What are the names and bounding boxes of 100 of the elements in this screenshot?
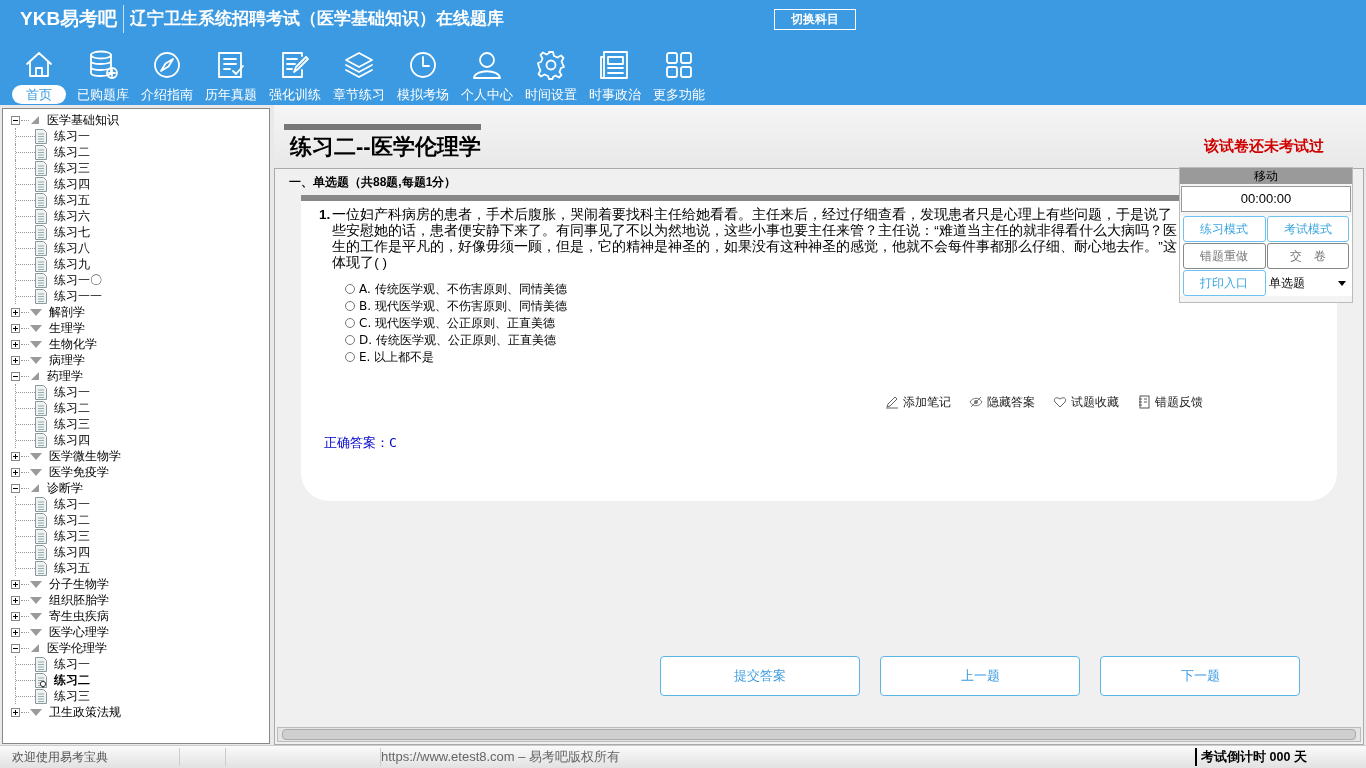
radio-button[interactable] [345, 301, 355, 311]
tree-item[interactable]: 练习一 [54, 127, 90, 145]
tree-item[interactable]: 练习八 [54, 239, 90, 257]
expand-icon[interactable] [11, 627, 20, 637]
tree-item[interactable]: 生理学 [49, 319, 85, 337]
triangle-icon [30, 483, 40, 493]
app-title: 辽宁卫生系统招聘考试（医学基础知识）在线题库 [129, 8, 506, 31]
tree-item[interactable]: 药理学 [47, 367, 83, 385]
tree-item[interactable]: 练习五 [54, 191, 90, 209]
tree-item[interactable]: 练习一 [54, 655, 90, 673]
section-heading: 一、单选题（共88题,每题1分） [289, 174, 457, 191]
tree-item[interactable]: 练习二 [54, 399, 90, 417]
radio-button[interactable] [345, 335, 355, 345]
collapse-icon[interactable] [11, 371, 20, 381]
horizontal-scrollbar[interactable] [277, 727, 1361, 742]
tree-item[interactable]: 练习四 [54, 175, 90, 193]
tree-item[interactable]: 练习三 [54, 415, 90, 433]
triangle-icon [30, 115, 40, 125]
tree-item[interactable]: 卫生政策法规 [49, 703, 121, 721]
dropdown-arrow-icon [1338, 280, 1346, 286]
tree-item[interactable]: 解剖学 [49, 303, 85, 321]
logo: YKB易考吧 [20, 4, 125, 34]
expand-icon[interactable] [11, 451, 20, 461]
expand-icon[interactable] [11, 339, 20, 349]
option-text: E. 以上都不是 [359, 349, 435, 366]
action-link[interactable]: 隐藏答案 [969, 393, 1035, 411]
triangle-icon [30, 468, 42, 476]
tree-item[interactable]: 练习四 [54, 431, 90, 449]
expand-icon[interactable] [11, 595, 20, 605]
welcome-text: 欢迎使用易考宝典 [0, 748, 180, 766]
tree-item[interactable]: 练习九 [54, 255, 90, 273]
tree-item[interactable]: 练习三 [54, 527, 90, 545]
tree-item[interactable]: 寄生虫疾病 [49, 607, 109, 625]
heart-icon [1053, 395, 1067, 409]
triangle-icon [30, 308, 42, 316]
triangle-icon [30, 628, 42, 636]
eye-icon [969, 395, 983, 409]
option-text: C. 现代医学观、公正原则、正直美德 [359, 315, 555, 332]
expand-icon[interactable] [11, 611, 20, 621]
radio-button[interactable] [345, 352, 355, 362]
pencil-icon [885, 395, 899, 409]
question-text: 一位妇产科病房的患者，手术后腹胀，哭闹着要找科主任给她看看。主任来后，经过仔细查看，发现患者只是心理上有些问题，于是说了些安慰她的话，患者便安静下来了。有同事见了不以为然地说，这些小事也要主任来管？主任说：“难道当主任的就非得看什么大病吗？医生的工作是平凡的，好像毋须一顾，但是，它的精神是神圣的，如果没有这种神圣的感觉，他就不会每件事都那么仔细、耐心地去作。”这体现了( ) [332, 207, 1178, 271]
tree-item[interactable]: 医学心理学 [49, 623, 109, 641]
tree-item[interactable]: 练习一 [54, 383, 90, 401]
triangle-icon [30, 580, 42, 588]
option-text: B. 现代医学观、不伤害原则、同情美德 [359, 298, 567, 315]
option-text: D. 传统医学观、公正原则、正直美德 [359, 332, 556, 349]
tree-item[interactable]: 生物化学 [49, 335, 97, 353]
triangle-icon [30, 356, 42, 364]
tree-item[interactable]: 练习一〇 [54, 271, 102, 289]
tree-item[interactable]: 练习二 [54, 671, 90, 689]
tree-item[interactable]: 练习二 [54, 511, 90, 529]
settings-icon[interactable] [534, 48, 568, 82]
question-number: 1. [319, 207, 331, 224]
panel-title[interactable]: 移动 [1180, 168, 1352, 184]
tree-item[interactable]: 练习二 [54, 143, 90, 161]
tree-item[interactable]: 医学基础知识 [47, 111, 119, 129]
triangle-icon [30, 452, 42, 460]
tree-item[interactable]: 诊断学 [47, 479, 83, 497]
tree-item[interactable]: 分子生物学 [49, 575, 109, 593]
tree-item[interactable]: 练习一 [54, 495, 90, 513]
action-link[interactable]: 添加笔记 [885, 393, 951, 411]
tree-item[interactable]: 练习四 [54, 543, 90, 561]
book-icon [1137, 395, 1151, 409]
expand-icon[interactable] [11, 355, 20, 365]
action-link[interactable]: 错题反馈 [1137, 393, 1203, 411]
tree-item[interactable]: 练习三 [54, 159, 90, 177]
collapse-icon[interactable] [11, 115, 20, 125]
tree-item[interactable]: 练习七 [54, 223, 90, 241]
tree-item[interactable]: 练习六 [54, 207, 90, 225]
tree-item[interactable]: 病理学 [49, 351, 85, 369]
expand-icon[interactable] [11, 579, 20, 589]
triangle-icon [30, 596, 42, 604]
tree-item[interactable]: 练习五 [54, 559, 90, 577]
tree-item[interactable]: 医学微生物学 [49, 447, 121, 465]
correct-answer: 正确答案：C [324, 434, 398, 452]
collapse-icon[interactable] [11, 643, 20, 653]
action-link[interactable]: 试题收藏 [1053, 393, 1119, 411]
collapse-icon[interactable] [11, 483, 20, 493]
tree-item[interactable]: 医学伦理学 [47, 639, 107, 657]
radio-button[interactable] [345, 318, 355, 328]
exam-countdown: 考试倒计时 000 天 [1195, 747, 1307, 767]
triangle-icon [30, 612, 42, 620]
timer-display: 00:00:00 [1181, 186, 1351, 212]
expand-icon[interactable] [11, 323, 20, 333]
radio-button[interactable] [345, 284, 355, 294]
option-text: A. 传统医学观、不伤害原则、同情美德 [359, 281, 567, 298]
triangle-icon [30, 340, 42, 348]
copyright-text: https://www.etest8.com – 易考吧版权所有 [381, 748, 622, 767]
expand-icon[interactable] [11, 307, 20, 317]
tree-item[interactable]: 练习三 [54, 687, 90, 705]
expand-icon[interactable] [11, 707, 20, 717]
triangle-icon [30, 371, 40, 381]
exam-status: 该试卷还未考试过 [1204, 135, 1324, 156]
tree-item[interactable]: 练习一一 [54, 287, 102, 305]
triangle-icon [30, 324, 42, 332]
tree-item[interactable]: 医学免疫学 [49, 463, 109, 481]
tree-item[interactable]: 组织胚胎学 [49, 591, 109, 609]
expand-icon[interactable] [11, 467, 20, 477]
triangle-icon [30, 643, 40, 653]
